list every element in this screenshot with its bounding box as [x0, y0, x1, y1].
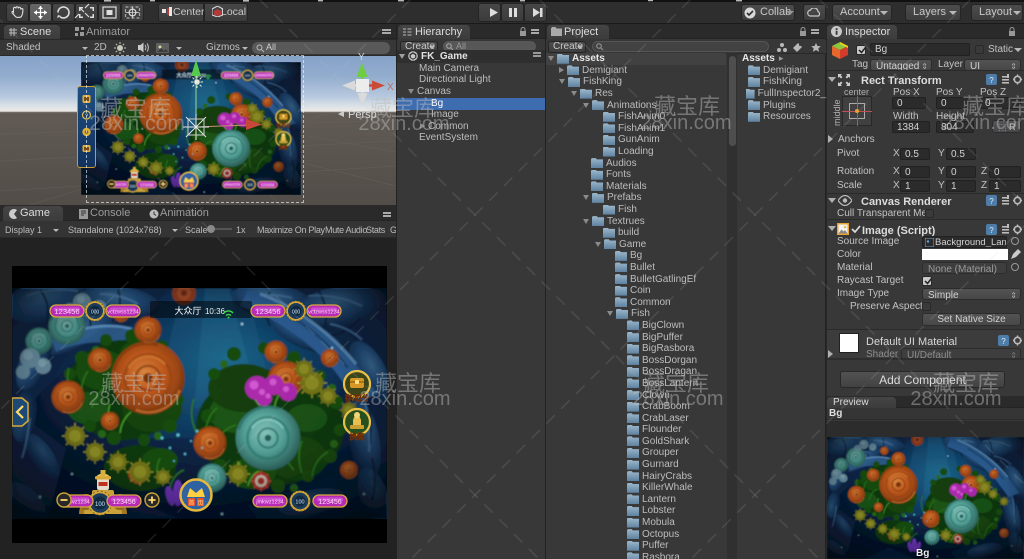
svg-text:?: ?	[989, 226, 994, 235]
svg-text:Y: Y	[358, 52, 365, 63]
svg-text:?: ?	[1001, 337, 1006, 346]
svg-text:?: ?	[989, 76, 994, 85]
svg-text:?: ?	[989, 197, 994, 206]
